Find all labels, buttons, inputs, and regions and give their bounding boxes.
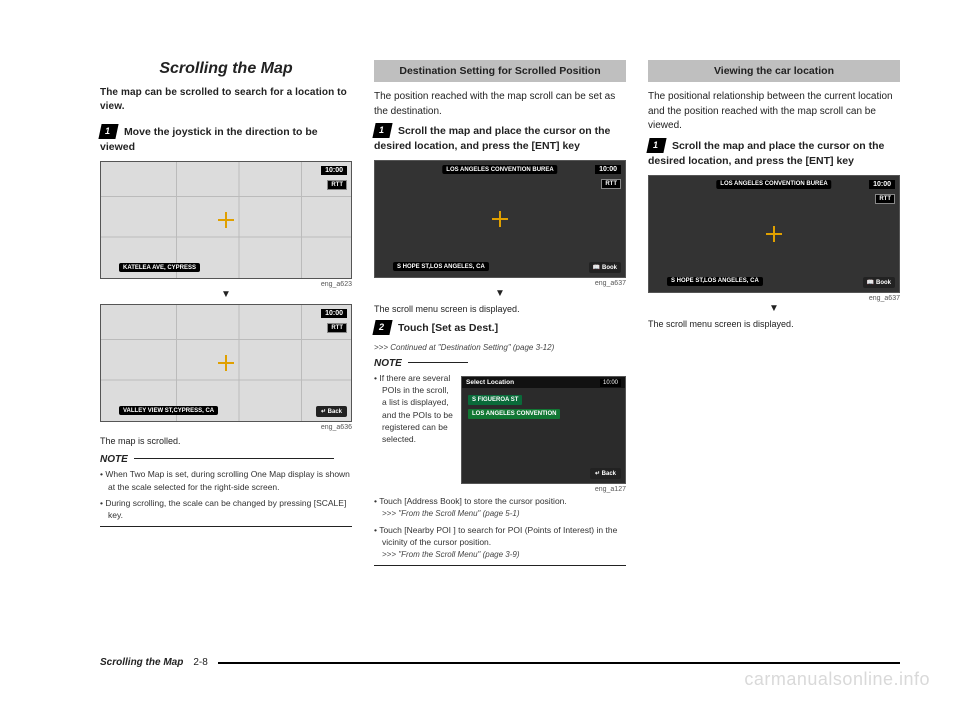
location-row: S FIGUEROA ST xyxy=(468,395,522,405)
step-1-text: Scroll the map and place the cursor on t… xyxy=(374,125,610,152)
map-screenshot-1: 10:00 RTT KATELEA AVE, CYPRESS xyxy=(100,161,352,279)
note-item: If there are several POIs in the scroll,… xyxy=(374,372,453,446)
note-item: Touch [Nearby POI ] to search for POI (P… xyxy=(374,524,626,561)
map-cursor-icon xyxy=(218,355,234,371)
step-badge-2: 2 xyxy=(372,320,392,335)
poi-label: LOS ANGELES CONVENTION BUREA xyxy=(442,165,557,174)
rtt-indicator: RTT xyxy=(327,180,347,190)
street-label: VALLEY VIEW ST,CYPRESS, CA xyxy=(119,406,218,415)
step-1: 1 Scroll the map and place the cursor on… xyxy=(648,138,900,169)
map-cursor-icon xyxy=(218,212,234,228)
rtt-indicator: RTT xyxy=(601,179,621,189)
column-viewing-car-location: Viewing the car location The positional … xyxy=(648,60,900,566)
figure-caption: eng_a127 xyxy=(374,486,626,493)
caption-text: The scroll menu screen is displayed. xyxy=(374,303,626,316)
step-1-text: Scroll the map and place the cursor on t… xyxy=(648,140,884,167)
continued-ref: >>> Continued at "Destination Setting" (… xyxy=(374,343,626,352)
book-button: 📖 Book xyxy=(589,262,621,273)
step-2: 2 Touch [Set as Dest.] xyxy=(374,320,626,336)
rtt-indicator: RTT xyxy=(875,194,895,204)
street-label: S HOPE ST,LOS ANGELES, CA xyxy=(667,277,763,286)
footer-page-number: 2-8 xyxy=(193,657,207,668)
figure-caption: eng_a637 xyxy=(648,295,900,302)
location-row: LOS ANGELES CONVENTION xyxy=(468,409,560,419)
note-item: When Two Map is set, during scrolling On… xyxy=(100,468,352,493)
clock-indicator: 10:00 xyxy=(869,180,895,189)
map-screenshot-2: 10:00 RTT VALLEY VIEW ST,CYPRESS, CA ↵ B… xyxy=(100,304,352,422)
note-divider xyxy=(374,565,626,566)
clock-indicator: 10:00 xyxy=(600,379,621,387)
figure-caption: eng_a623 xyxy=(100,281,352,288)
street-label: KATELEA AVE, CYPRESS xyxy=(119,263,200,272)
note-ref: >>> "From the Scroll Menu" (page 3-9) xyxy=(382,550,520,559)
note-item: Touch [Address Book] to store the cursor… xyxy=(374,495,626,520)
step-badge-1: 1 xyxy=(98,124,118,139)
note-ref: >>> "From the Scroll Menu" (page 5-1) xyxy=(382,509,520,518)
map-cursor-icon xyxy=(766,226,782,242)
select-location-screenshot: Select Location 10:00 S FIGUEROA ST LOS … xyxy=(461,376,626,484)
step-2-text: Touch [Set as Dest.] xyxy=(398,322,498,334)
footer-section-title: Scrolling the Map xyxy=(100,657,183,668)
arrow-down-icon: ▼ xyxy=(100,290,352,300)
column-scrolling-the-map: Scrolling the Map The map can be scrolle… xyxy=(100,60,352,566)
figure-caption: eng_a636 xyxy=(100,424,352,431)
arrow-down-icon: ▼ xyxy=(374,289,626,299)
step-1-text: Move the joystick in the direction to be… xyxy=(100,126,318,153)
clock-indicator: 10:00 xyxy=(321,309,347,318)
footer-rule xyxy=(218,662,900,664)
column-header: Viewing the car location xyxy=(648,60,900,82)
manual-page: Scrolling the Map The map can be scrolle… xyxy=(0,0,960,606)
step-1: 1 Move the joystick in the direction to … xyxy=(100,124,352,155)
section-title: Scrolling the Map xyxy=(100,60,352,78)
rtt-indicator: RTT xyxy=(327,323,347,333)
note-list: Touch [Address Book] to store the cursor… xyxy=(374,495,626,561)
map-screenshot-dark: LOS ANGELES CONVENTION BUREA 10:00 RTT S… xyxy=(374,160,626,278)
step-badge-1: 1 xyxy=(372,123,392,138)
column-header: Destination Setting for Scrolled Positio… xyxy=(374,60,626,82)
note-list: When Two Map is set, during scrolling On… xyxy=(100,468,352,521)
column-destination-setting: Destination Setting for Scrolled Positio… xyxy=(374,60,626,566)
note-with-thumbnail: Select Location 10:00 S FIGUEROA ST LOS … xyxy=(374,372,626,486)
note-heading: NOTE xyxy=(100,454,352,465)
caption-text: The map is scrolled. xyxy=(100,435,352,448)
lead-text: The position reached with the map scroll… xyxy=(374,90,626,119)
step-1: 1 Scroll the map and place the cursor on… xyxy=(374,123,626,154)
note-divider xyxy=(100,526,352,527)
caption-text: The scroll menu screen is displayed. xyxy=(648,318,900,331)
map-cursor-icon xyxy=(492,211,508,227)
note-list: If there are several POIs in the scroll,… xyxy=(374,372,453,450)
watermark: carmanualsonline.info xyxy=(744,669,930,690)
page-footer: Scrolling the Map 2-8 xyxy=(100,657,900,668)
step-badge-1: 1 xyxy=(646,138,666,153)
poi-label: LOS ANGELES CONVENTION BUREA xyxy=(716,180,831,189)
back-button: ↵ Back xyxy=(316,406,347,417)
arrow-down-icon: ▼ xyxy=(648,304,900,314)
clock-indicator: 10:00 xyxy=(595,165,621,174)
street-label: S HOPE ST,LOS ANGELES, CA xyxy=(393,262,489,271)
map-screenshot-dark: LOS ANGELES CONVENTION BUREA 10:00 RTT S… xyxy=(648,175,900,293)
book-button: 📖 Book xyxy=(863,277,895,288)
note-heading: NOTE xyxy=(374,358,626,369)
lead-text: The map can be scrolled to search for a … xyxy=(100,86,352,114)
back-button: ↵ Back xyxy=(590,468,621,479)
clock-indicator: 10:00 xyxy=(321,166,347,175)
lead-text: The positional relationship between the … xyxy=(648,90,900,134)
note-item: During scrolling, the scale can be chang… xyxy=(100,497,352,522)
figure-caption: eng_a637 xyxy=(374,280,626,287)
